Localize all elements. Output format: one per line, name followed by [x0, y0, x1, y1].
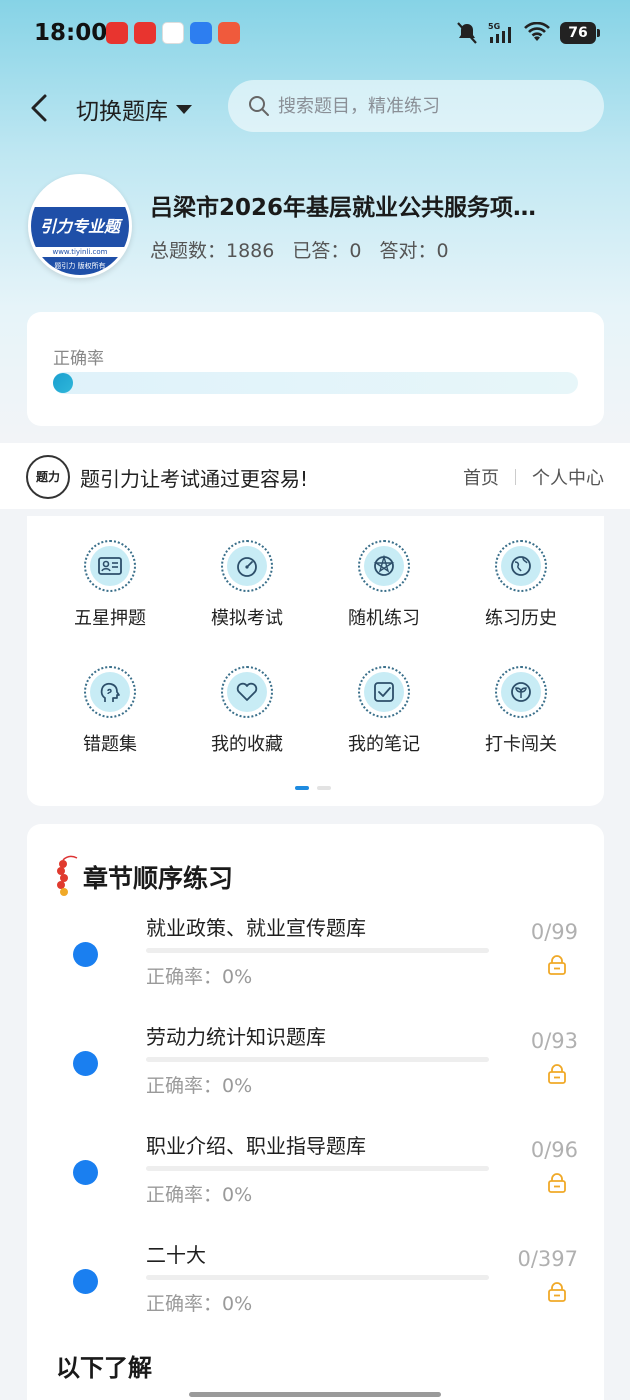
grid-item-mock-exam[interactable]: 模拟考试	[187, 540, 307, 630]
grid-label: 错题集	[83, 734, 137, 755]
grid-item-notes[interactable]: 我的笔记	[324, 666, 444, 756]
network-icon	[373, 554, 395, 576]
grid-item-favorites[interactable]: 我的收藏	[187, 666, 307, 756]
notification-app-icon	[162, 22, 184, 44]
notification-app-icon	[134, 22, 156, 44]
firecracker-icon	[57, 855, 78, 896]
chapter-accuracy: 正确率：0%	[146, 1293, 253, 1315]
accuracy-progress-bar	[53, 372, 578, 394]
chapter-name: 职业介绍、职业指导题库	[146, 1134, 366, 1158]
grid-label: 我的笔记	[348, 734, 420, 755]
brand-logo: 题力	[26, 455, 70, 499]
grid-label: 随机练习	[348, 608, 420, 629]
accuracy-card: 正确率	[27, 312, 604, 426]
chapter-dot	[73, 1269, 98, 1294]
caret-down-icon	[176, 104, 192, 114]
chapter-progress-bar	[146, 948, 489, 953]
lock-icon	[548, 1173, 566, 1193]
chapter-item[interactable]: 就业政策、就业宣传题库 正确率：0% 0/99	[27, 900, 604, 1000]
chapter-name: 二十大	[146, 1243, 206, 1267]
accuracy-progress-indicator	[53, 373, 73, 393]
page-indicator	[295, 786, 331, 790]
answered-count: 已答：0	[292, 240, 362, 262]
status-time: 18:00	[34, 20, 108, 46]
logo-text: 引力专业题	[31, 207, 129, 247]
total-count: 总题数：1886	[150, 240, 275, 262]
chapter-item[interactable]: 职业介绍、职业指导题库 正确率：0% 0/96	[27, 1118, 604, 1218]
logo-url: www.tiyinli.com	[31, 247, 129, 257]
chapter-dot	[73, 942, 98, 967]
brand-slogan: 题引力让考试通过更容易!	[80, 467, 309, 491]
home-link[interactable]: 首页	[463, 464, 499, 490]
search-icon	[249, 96, 269, 116]
correct-count: 答对：0	[379, 240, 449, 262]
lock-icon	[548, 1282, 566, 1302]
status-bar: 18:00 5G 76	[0, 0, 630, 68]
sprout-icon	[511, 682, 531, 702]
lock-icon	[548, 1064, 566, 1084]
search-input[interactable]	[278, 95, 578, 117]
chapter-count: 0/96	[530, 1138, 578, 1162]
chevron-left-icon	[31, 94, 47, 122]
grid-label: 五星押题	[74, 608, 146, 629]
head-icon	[100, 682, 120, 702]
grid-label: 模拟考试	[211, 608, 283, 629]
grid-item-random-practice[interactable]: 随机练习	[324, 540, 444, 630]
chapter-accuracy: 正确率：0%	[146, 1075, 253, 1097]
chapter-accuracy: 正确率：0%	[146, 1184, 253, 1206]
lock-icon	[548, 955, 566, 975]
chapter-section-title: 章节顺序练习	[83, 864, 234, 893]
switch-bank-button[interactable]: 切换题库	[76, 92, 192, 126]
brand-bar: 题力 题引力让考试通过更容易! 首页 个人中心	[0, 443, 630, 509]
chapter-item[interactable]: 二十大 正确率：0% 0/397	[27, 1227, 604, 1327]
bank-title: 吕梁市2026年基层就业公共服务项…	[150, 195, 537, 221]
silent-icon	[457, 22, 477, 44]
page-dot-active	[295, 786, 309, 790]
grid-item-wrong-questions[interactable]: 错题集	[50, 666, 170, 756]
chapter-dot	[73, 1160, 98, 1185]
chapter-item[interactable]: 劳动力统计知识题库 正确率：0% 0/93	[27, 1009, 604, 1109]
accuracy-label: 正确率	[53, 349, 104, 369]
speedometer-icon	[237, 557, 257, 577]
switch-bank-label: 切换题库	[76, 99, 168, 125]
chapter-progress-bar	[146, 1057, 489, 1062]
chapter-practice-card: 章节顺序练习 就业政策、就业宣传题库 正确率：0% 0/99 劳动力统计知识题库…	[27, 824, 604, 1400]
divider	[515, 469, 516, 485]
grid-item-five-star[interactable]: 五星押题	[50, 540, 170, 630]
heart-icon	[236, 682, 258, 701]
svg-text:5G: 5G	[488, 22, 500, 31]
home-indicator[interactable]	[189, 1392, 441, 1397]
back-button[interactable]	[26, 88, 58, 128]
notification-app-icon	[190, 22, 212, 44]
notification-app-icon	[106, 22, 128, 44]
section-title-learn-more: 以下了解	[56, 1354, 152, 1382]
chapter-progress-bar	[146, 1275, 489, 1280]
chapter-count: 0/397	[517, 1247, 578, 1271]
function-grid: 五星押题 模拟考试 随机练习 练习历史 错题集 我的收藏 我的笔记 打卡闯关	[27, 516, 604, 806]
wifi-icon	[524, 22, 550, 41]
chapter-dot	[73, 1051, 98, 1076]
grid-label: 我的收藏	[211, 734, 283, 755]
notification-app-icon	[218, 22, 240, 44]
chapter-accuracy: 正确率：0%	[146, 966, 253, 988]
chapter-name: 就业政策、就业宣传题库	[146, 916, 366, 940]
chapter-progress-bar	[146, 1166, 489, 1171]
chapter-count: 0/99	[530, 920, 578, 944]
chapter-count: 0/93	[530, 1029, 578, 1053]
chapter-name: 劳动力统计知识题库	[146, 1025, 326, 1049]
bank-logo: 引力专业题 www.tiyinli.com 题引力 版权所有	[28, 174, 132, 278]
grid-item-history[interactable]: 练习历史	[461, 540, 581, 630]
search-box[interactable]	[228, 80, 604, 132]
page-dot	[317, 786, 331, 790]
grid-label: 练习历史	[485, 608, 557, 629]
personal-center-link[interactable]: 个人中心	[532, 464, 604, 490]
grid-label: 打卡闯关	[485, 734, 557, 755]
signal-icon: 5G	[488, 22, 511, 43]
bank-stats: 总题数：1886 已答：0 答对：0	[150, 236, 449, 263]
id-card-icon	[98, 557, 122, 575]
battery-icon: 76	[560, 22, 600, 44]
grid-item-checkin[interactable]: 打卡闯关	[461, 666, 581, 756]
note-check-icon	[374, 682, 394, 702]
globe-icon	[511, 556, 531, 576]
